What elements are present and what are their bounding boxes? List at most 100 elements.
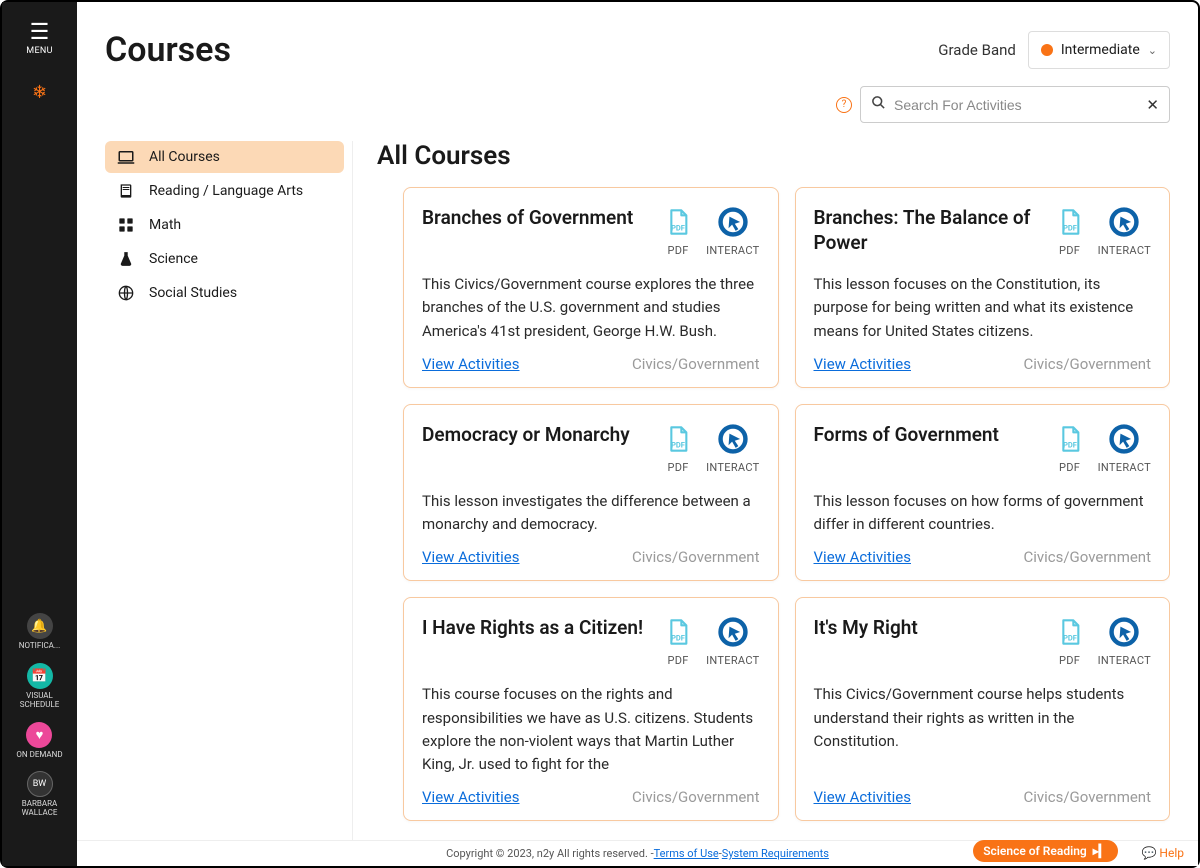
course-title: I Have Rights as a Citizen! [422, 616, 643, 641]
courses-grid: Branches of Government PDF PDF INTERACT This… [377, 187, 1170, 821]
category-list: All Courses Reading / Language Arts Math Sc… [105, 141, 353, 866]
pdf-icon: PDF [662, 206, 694, 238]
menu-label: MENU [26, 46, 52, 56]
interact-action[interactable]: INTERACT [1098, 616, 1151, 667]
pdf-icon: PDF [1054, 423, 1086, 455]
search-input[interactable] [894, 97, 1138, 113]
footer-sysreq-link[interactable]: System Requirements [722, 847, 829, 860]
category-science[interactable]: Science [105, 243, 344, 275]
svg-text:PDF: PDF [1063, 634, 1077, 643]
pdf-action[interactable]: PDFPDF [662, 616, 694, 667]
help-link[interactable]: 💬 Help [1141, 846, 1184, 860]
hamburger-icon: ☰ [26, 22, 52, 44]
course-card: Branches of GovernmentPDFPDFINTERACTThis… [403, 187, 779, 388]
globe-icon [117, 285, 135, 301]
rail-user[interactable]: BW BARBARA WALLACE [10, 771, 70, 818]
course-card: I Have Rights as a Citizen! PDFPDF INTERAC… [403, 597, 779, 821]
heart-icon: ♥ [26, 722, 52, 748]
interact-icon [1108, 206, 1140, 238]
course-title: Branches: The Balance of Power [814, 206, 1042, 255]
course-description: This lesson focuses on the Constitution,… [814, 273, 1152, 343]
avatar: BW [27, 771, 53, 797]
help-icon[interactable]: ? [836, 97, 852, 113]
pdf-action[interactable]: PDF PDF [1054, 616, 1086, 667]
svg-text:PDF: PDF [671, 634, 685, 643]
clear-search-icon[interactable]: ✕ [1146, 96, 1159, 114]
science-of-reading-pill[interactable]: Science of Reading ▸▎ [973, 840, 1118, 862]
course-title: It's My Right [814, 616, 918, 641]
pdf-action[interactable]: PDF PDF [662, 206, 694, 257]
course-tag: Civics/Government [632, 548, 760, 566]
pdf-action[interactable]: PDF PDF [1054, 206, 1086, 257]
view-activities-link[interactable]: View Activities [814, 788, 912, 806]
rail-visual-schedule[interactable]: 📅 VISUAL SCHEDULE [10, 663, 70, 710]
search-box: ✕ [860, 86, 1170, 123]
course-tag: Civics/Government [632, 788, 760, 806]
grade-band-select[interactable]: Intermediate ⌄ [1028, 31, 1170, 69]
interact-action[interactable]: INTERACT [706, 206, 759, 257]
menu-button[interactable]: ☰ MENU [18, 14, 60, 64]
interact-action-label: INTERACT [706, 461, 759, 474]
interact-icon [1108, 616, 1140, 648]
flask-icon [117, 251, 135, 267]
interact-action-label: INTERACT [1098, 244, 1151, 257]
pdf-icon: PDF [662, 423, 694, 455]
grid-icon [117, 217, 135, 233]
page-title: Courses [105, 30, 231, 70]
interact-icon [1108, 423, 1140, 455]
interact-action-label: INTERACT [1098, 654, 1151, 667]
grade-selected-value: Intermediate [1061, 42, 1140, 58]
interact-action[interactable]: INTERACT [706, 423, 759, 474]
course-card: It's My RightPDFPDFINTERACTThis Civics/G… [795, 597, 1171, 821]
pdf-action-label: PDF [1059, 654, 1080, 667]
laptop-icon [117, 150, 135, 164]
course-title: Branches of Government [422, 206, 633, 231]
view-activities-link[interactable]: View Activities [814, 355, 912, 373]
view-activities-link[interactable]: View Activities [422, 355, 520, 373]
category-all[interactable]: All Courses [105, 141, 344, 173]
footer-terms-link[interactable]: Terms of Use [654, 847, 719, 860]
pdf-action[interactable]: PDF PDF [1054, 423, 1086, 474]
category-label: All Courses [149, 149, 220, 165]
pdf-action-label: PDF [668, 461, 689, 474]
book-icon [117, 183, 135, 199]
category-reading[interactable]: Reading / Language Arts [105, 175, 344, 207]
pdf-action-label: PDF [668, 244, 689, 257]
course-description: This course focuses on the rights and re… [422, 683, 760, 776]
rail-notifications[interactable]: 🔔 NOTIFICA... [19, 613, 60, 651]
category-social[interactable]: Social Studies [105, 277, 344, 309]
view-activities-link[interactable]: View Activities [814, 548, 912, 566]
pdf-icon: PDF [662, 616, 694, 648]
category-math[interactable]: Math [105, 209, 344, 241]
rail-user-name: BARBARA WALLACE [10, 800, 70, 818]
pdf-icon: PDF [1054, 206, 1086, 238]
interact-action-label: INTERACT [706, 244, 759, 257]
pdf-icon: PDF [1054, 616, 1086, 648]
view-activities-link[interactable]: View Activities [422, 788, 520, 806]
course-tag: Civics/Government [1023, 788, 1151, 806]
interact-action[interactable]: INTERACT [1098, 206, 1151, 257]
play-icon: ▸▎ [1093, 844, 1108, 858]
grade-band-label: Grade Band [938, 41, 1016, 59]
course-title: Forms of Government [814, 423, 999, 448]
interact-action-label: INTERACT [706, 654, 759, 667]
app-logo-icon[interactable]: ❄ [28, 78, 51, 107]
category-label: Social Studies [149, 285, 237, 301]
pdf-action-label: PDF [1059, 244, 1080, 257]
rail-on-demand[interactable]: ♥ ON DEMAND [16, 722, 62, 760]
bell-icon: 🔔 [27, 613, 53, 639]
view-activities-link[interactable]: View Activities [422, 548, 520, 566]
category-label: Math [149, 217, 181, 233]
course-title: Democracy or Monarchy [422, 423, 630, 448]
course-tag: Civics/Government [1023, 355, 1151, 373]
interact-action[interactable]: INTERACT [1098, 423, 1151, 474]
pdf-action[interactable]: PDF PDF [662, 423, 694, 474]
left-nav-rail: ☰ MENU ❄ 🔔 NOTIFICA... 📅 VISUAL SCHEDULE… [2, 2, 77, 866]
svg-text:PDF: PDF [1063, 440, 1077, 449]
course-description: This lesson focuses on how forms of gove… [814, 490, 1152, 537]
course-card: Branches: The Balance of Power PDF PDF INTE… [795, 187, 1171, 388]
interact-action[interactable]: INTERACT [706, 616, 759, 667]
grade-indicator-icon [1041, 44, 1053, 56]
chevron-down-icon: ⌄ [1148, 44, 1157, 57]
pdf-action-label: PDF [1059, 461, 1080, 474]
